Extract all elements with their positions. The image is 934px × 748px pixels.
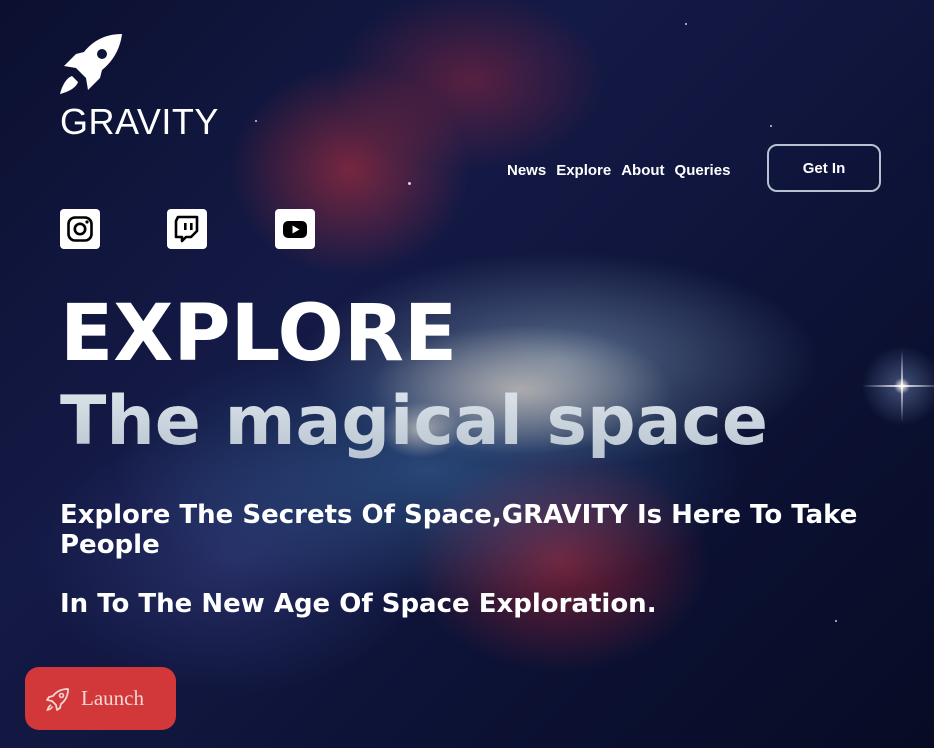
hero-subheadline: The magical space [60,382,768,461]
launch-button[interactable]: Launch [25,667,176,730]
instagram-link[interactable] [60,209,100,249]
get-in-button[interactable]: Get In [767,144,881,192]
bright-star-flare-vertical [901,350,903,422]
rocket-outline-icon [46,687,69,711]
bright-star-flare [862,385,934,387]
star-dot [770,125,772,127]
nav-item-explore[interactable]: Explore [556,162,611,179]
hero-headline: EXPLORE [60,289,458,379]
star-dot [255,120,257,122]
launch-button-label: Launch [81,686,144,710]
main-nav: News Explore About Queries [507,160,730,180]
twitch-icon [174,215,199,243]
star-dot [835,620,837,622]
rocket-icon [60,34,122,94]
hero-tagline-second: In To The New Age Of Space Exploration. [60,589,657,619]
youtube-icon [283,221,307,238]
brand-name: GRAVITY [60,101,219,142]
hero-tagline: Explore The Secrets Of Space,GRAVITY Is … [60,500,858,560]
youtube-link[interactable] [275,209,315,249]
nav-item-queries[interactable]: Queries [675,162,731,179]
star-dot [685,23,687,25]
twitch-link[interactable] [167,209,207,249]
star-dot [408,182,411,185]
nav-item-news[interactable]: News [507,162,546,179]
instagram-icon [67,216,93,242]
nav-item-about[interactable]: About [621,162,664,179]
